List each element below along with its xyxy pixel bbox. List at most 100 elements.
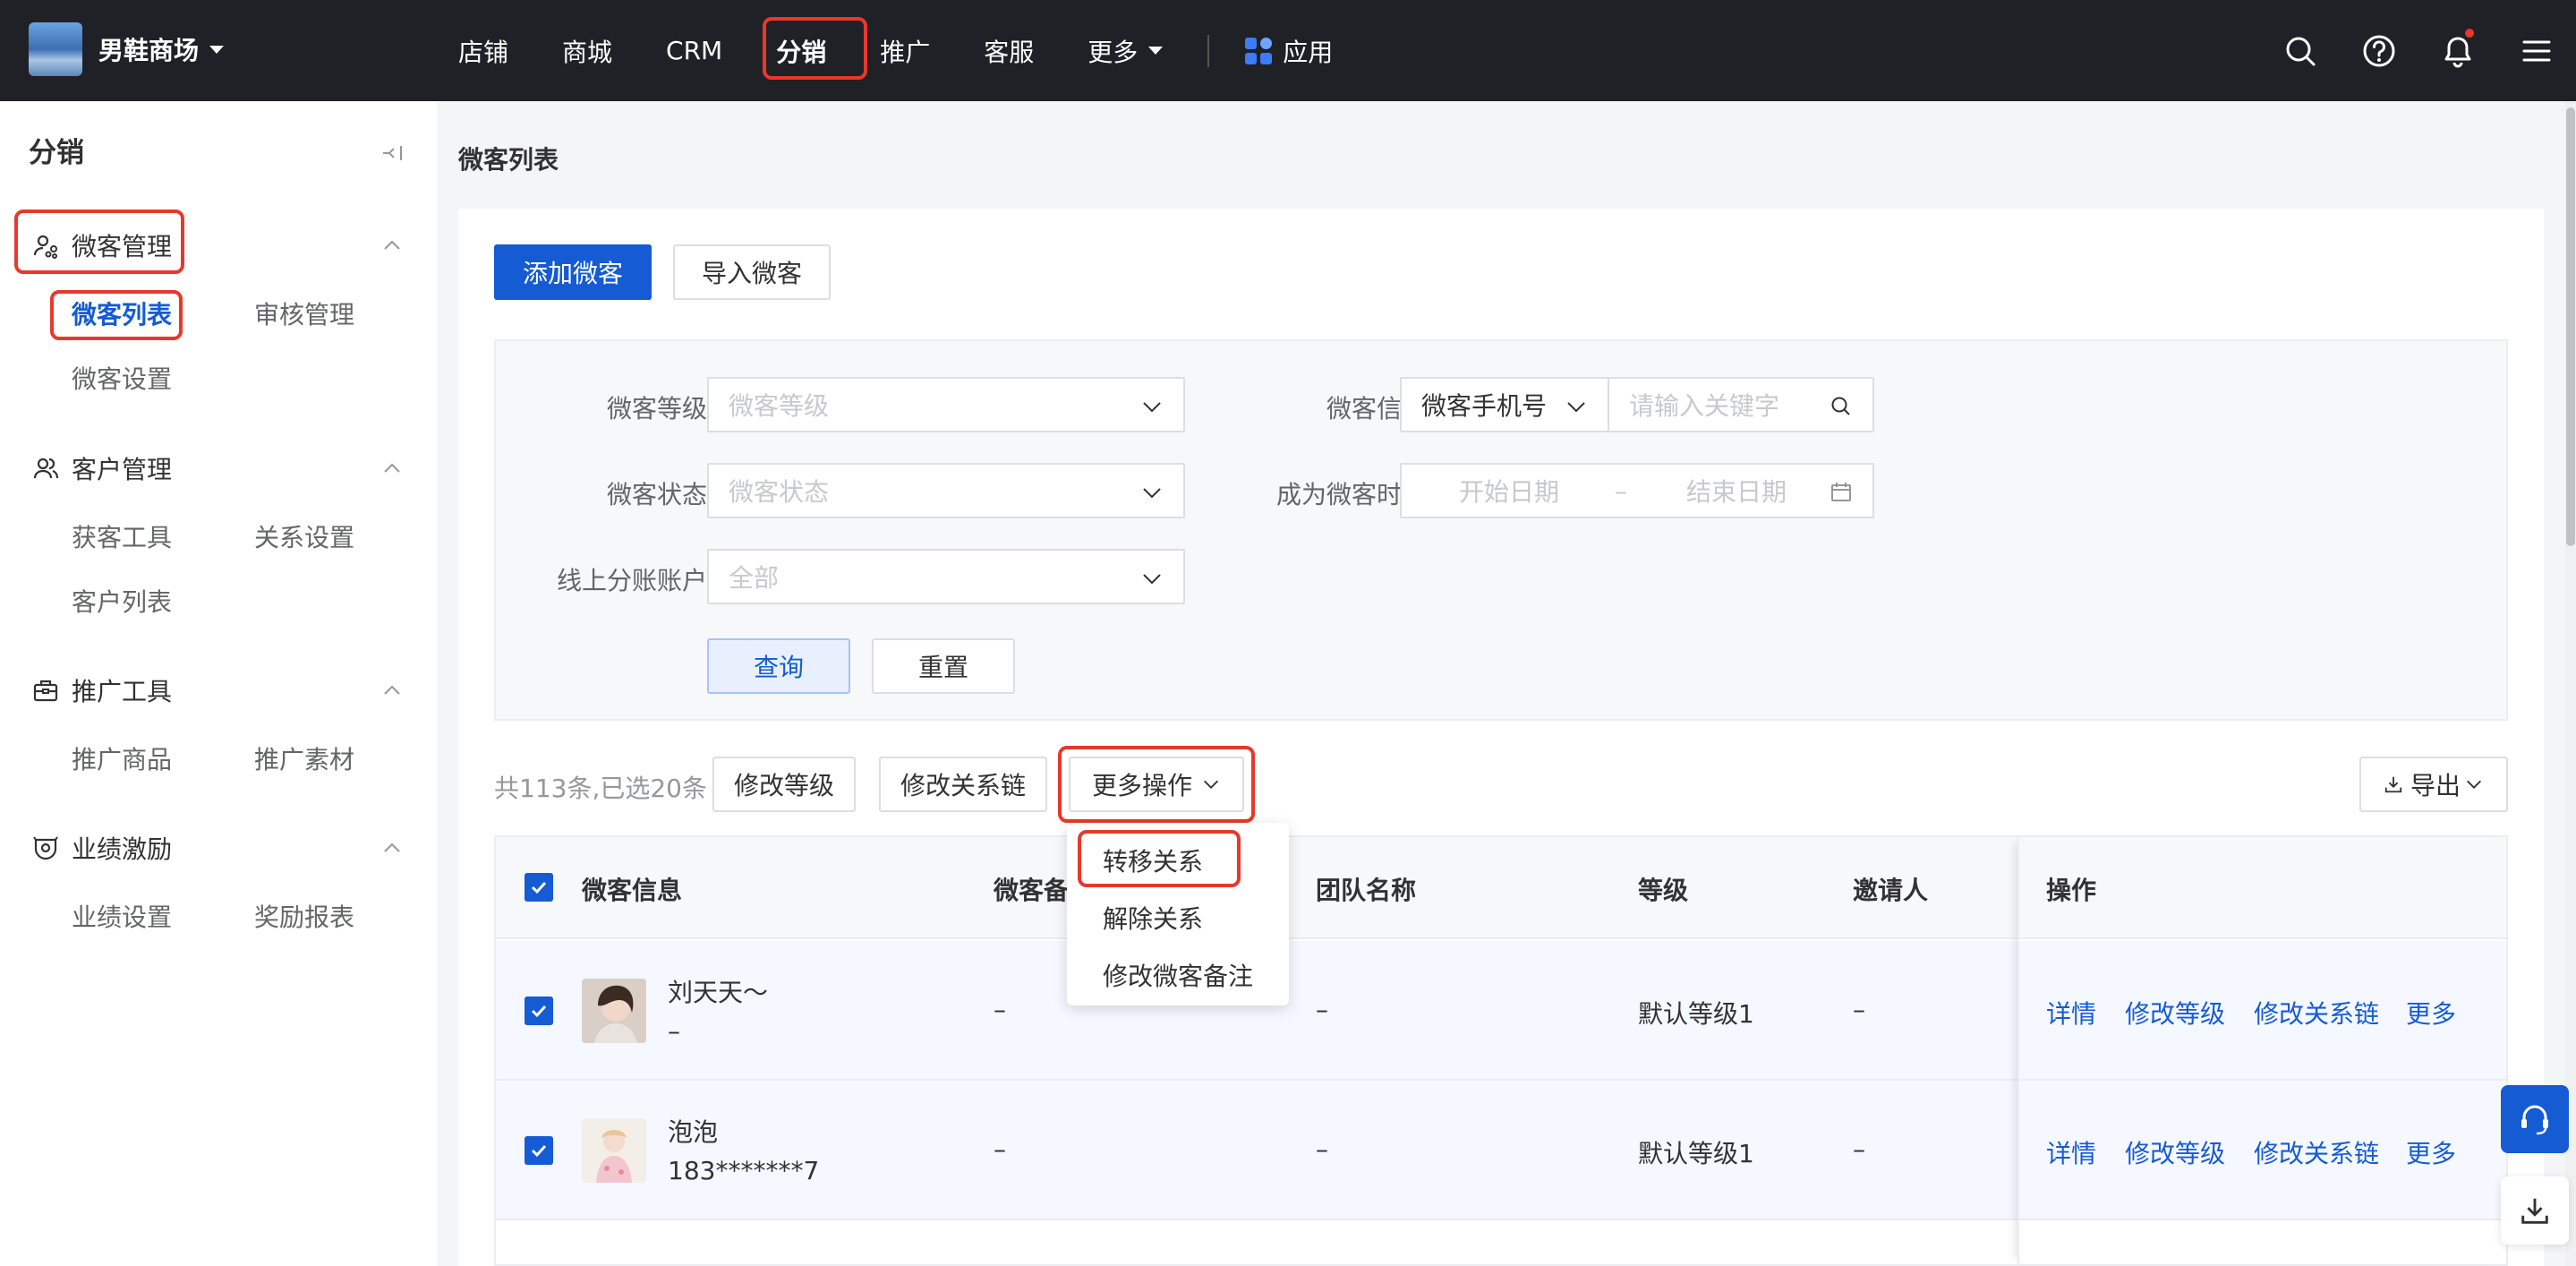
weike-table: 微客信息 微客备 团队名称 等级 邀请人 操作 刘天天～ – – – 默认等级1 — [494, 835, 2508, 1266]
unread-dot — [2465, 29, 2474, 38]
highlight-frame — [763, 17, 867, 80]
nav-service[interactable]: 客服 — [957, 0, 1061, 101]
sidebar-item-acquire-tools[interactable]: 获客工具 — [72, 518, 172, 554]
caret-down-icon — [209, 45, 225, 54]
sidebar-item-customer-list[interactable]: 客户列表 — [72, 583, 172, 619]
column-header: 微客信息 — [582, 876, 683, 905]
sidebar-item-relation-settings[interactable]: 关系设置 — [254, 518, 354, 554]
import-weike-button[interactable]: 导入微客 — [673, 244, 831, 300]
user-avatar-image — [582, 979, 646, 1043]
avatar — [582, 979, 646, 1043]
toolbox-icon — [33, 680, 58, 702]
sidebar-item-review[interactable]: 审核管理 — [254, 295, 354, 331]
sidebar-group-label: 推广工具 — [72, 677, 173, 706]
sidebar-item-reward-report[interactable]: 奖励报表 — [254, 898, 354, 934]
bell-icon — [2444, 37, 2471, 67]
info-type-select[interactable]: 微客手机号 — [1400, 377, 1609, 432]
reset-button[interactable]: 重置 — [872, 638, 1015, 694]
customer-service-button[interactable] — [2501, 1085, 2569, 1153]
shop-switcher[interactable]: 男鞋商场 — [29, 21, 225, 77]
info-type-value: 微客手机号 — [1421, 391, 1548, 421]
shop-name: 男鞋商场 — [98, 36, 200, 65]
column-header: 团队名称 — [1316, 876, 1417, 905]
export-button[interactable]: 导出 — [2359, 757, 2508, 812]
content-card: 添加微客 导入微客 微客等级 微客等级 微客信息 微客手机号 请输入关键字 微客… — [458, 209, 2544, 1266]
column-header: 邀请人 — [1853, 876, 1929, 905]
status-label: 微客状态 — [606, 480, 707, 509]
team-name: – — [1316, 1134, 1328, 1164]
chevron-down-icon — [2467, 780, 2481, 789]
row-checkbox[interactable] — [525, 1136, 553, 1165]
level-select[interactable]: 微客等级 — [707, 377, 1185, 432]
weike-remark: – — [994, 1134, 1006, 1164]
nav-label: 应用 — [1283, 37, 1334, 67]
modify-level-button[interactable]: 修改等级 — [712, 757, 856, 812]
sidebar-title: 分销 — [29, 137, 84, 169]
sidebar-item-weike-settings[interactable]: 微客设置 — [72, 360, 172, 396]
level-label: 微客等级 — [606, 394, 707, 423]
query-button[interactable]: 查询 — [707, 638, 850, 694]
calendar-icon — [1831, 483, 1851, 501]
level-placeholder: 微客等级 — [729, 391, 830, 421]
nav-apps[interactable]: 应用 — [1227, 0, 1360, 101]
level: 默认等级1 — [1638, 1139, 1754, 1168]
nav-more[interactable]: 更多 — [1061, 0, 1190, 101]
user-avatar-image — [582, 1118, 646, 1183]
modify-chain-button[interactable]: 修改关系链 — [879, 757, 1047, 812]
search-icon[interactable] — [1830, 395, 1853, 418]
account-select[interactable]: 全部 — [707, 549, 1185, 604]
nav-label: 推广 — [880, 37, 931, 67]
page-scrollbar-thumb[interactable] — [2566, 107, 2575, 546]
check-icon — [531, 881, 547, 894]
nav-promotion[interactable]: 推广 — [853, 0, 957, 101]
account-value: 全部 — [729, 563, 780, 593]
nav-label: 商城 — [562, 37, 613, 67]
status-placeholder: 微客状态 — [729, 477, 830, 507]
headset-icon — [2521, 1105, 2548, 1135]
chevron-down-icon — [1143, 574, 1161, 585]
search-icon — [2286, 37, 2316, 65]
sidebar-group-customer[interactable]: 客户管理 — [0, 445, 437, 492]
add-weike-button[interactable]: 添加微客 — [494, 244, 652, 300]
date-range-picker[interactable]: 开始日期 – 结束日期 — [1400, 463, 1874, 518]
nav-crm[interactable]: CRM — [639, 0, 749, 101]
caret-down-icon — [1148, 47, 1164, 55]
main-content: 微客列表 添加微客 导入微客 微客等级 微客等级 微客信息 微客手机号 请输入关… — [437, 101, 2576, 1266]
sidebar-item-promo-materials[interactable]: 推广素材 — [254, 740, 354, 776]
start-date-placeholder[interactable]: 开始日期 — [1459, 473, 1559, 509]
keyword-input[interactable]: 请输入关键字 — [1608, 377, 1874, 432]
highlight-frame — [1058, 746, 1255, 823]
menu-item-edit-remark[interactable]: 修改微客备注 — [1103, 957, 1253, 993]
apps-icon — [1245, 37, 1273, 64]
users-icon — [33, 458, 59, 479]
sidebar-group-promo-tools[interactable]: 推广工具 — [0, 667, 437, 714]
end-date-placeholder[interactable]: 结束日期 — [1686, 473, 1787, 509]
select-all-checkbox[interactable] — [525, 873, 553, 902]
menu-icon — [2522, 40, 2551, 61]
sidebar-item-performance-settings[interactable]: 业绩设置 — [72, 898, 172, 934]
highlight-frame — [1078, 830, 1241, 887]
notification-button[interactable] — [2418, 0, 2497, 101]
main-nav: 店铺 商城 CRM 分销 推广 客服 更多 应用 — [431, 0, 1360, 101]
weike-name: 刘天天～ — [668, 978, 769, 1007]
highlight-frame — [50, 290, 183, 340]
filter-panel: 微客等级 微客等级 微客信息 微客手机号 请输入关键字 微客状态 微客状态 成为… — [494, 339, 2508, 721]
sidebar-item-promo-goods[interactable]: 推广商品 — [72, 740, 172, 776]
menu-button[interactable] — [2497, 0, 2576, 101]
nav-store[interactable]: 店铺 — [431, 0, 535, 101]
sidebar-group-performance[interactable]: 业绩激励 — [0, 825, 437, 871]
check-icon — [531, 1005, 547, 1018]
top-navbar: 男鞋商场 店铺 商城 CRM 分销 推广 客服 更多 应用 — [0, 0, 2576, 101]
search-button[interactable] — [2261, 0, 2340, 101]
download-float-button[interactable] — [2501, 1176, 2569, 1245]
shop-logo — [29, 22, 82, 76]
account-label: 线上分账账户 — [556, 566, 707, 595]
help-button[interactable] — [2340, 0, 2418, 101]
status-select[interactable]: 微客状态 — [707, 463, 1185, 518]
chevron-down-icon — [1143, 402, 1161, 413]
row-checkbox[interactable] — [525, 997, 553, 1025]
collapse-sidebar-icon[interactable] — [380, 141, 405, 166]
nav-mall[interactable]: 商城 — [535, 0, 639, 101]
column-header: 等级 — [1638, 876, 1689, 905]
menu-item-release-relation[interactable]: 解除关系 — [1103, 900, 1203, 936]
